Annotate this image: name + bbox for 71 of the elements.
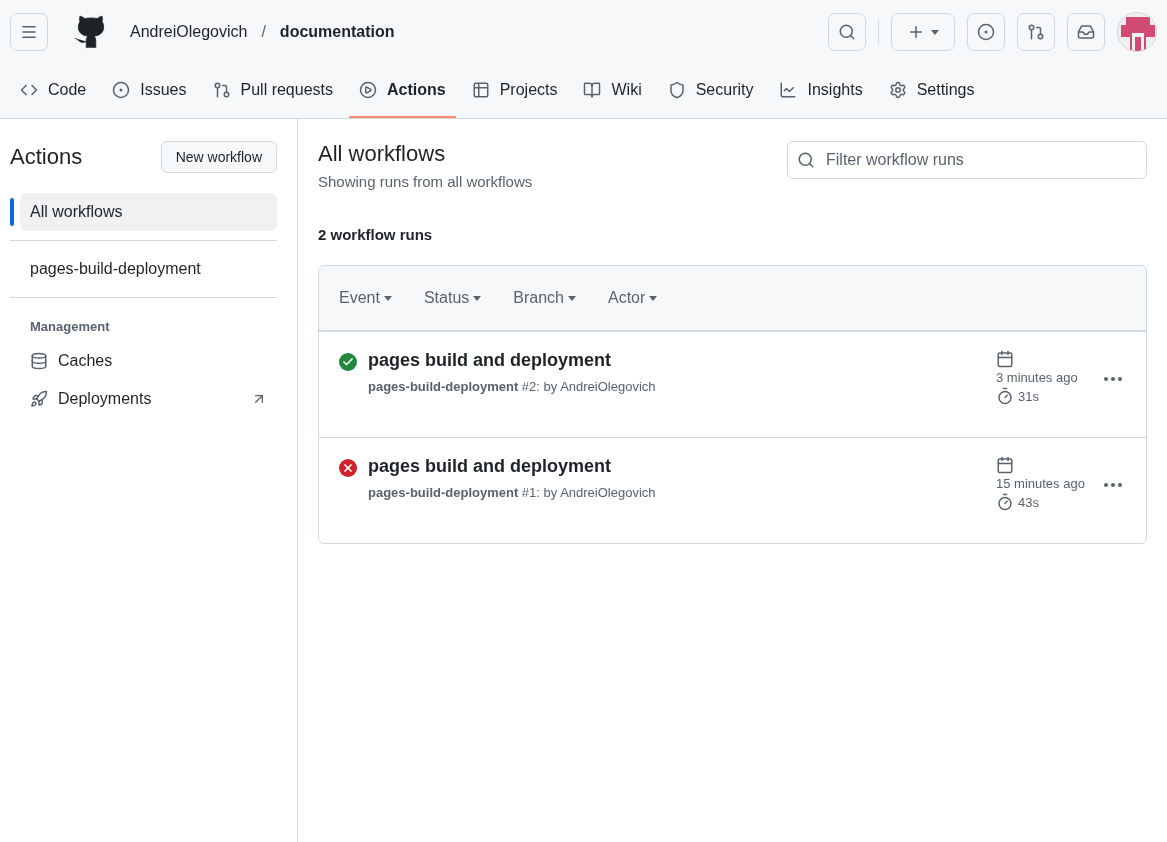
database-icon — [30, 352, 48, 370]
owner-link[interactable]: AndreiOlegovich — [130, 23, 248, 41]
run-title-link[interactable]: pages build and deployment — [368, 456, 996, 477]
repo-tab[interactable]: Issues — [102, 64, 197, 118]
menu-button[interactable] — [10, 13, 48, 51]
run-meta: pages-build-deployment #1: by AndreiOlegovich — [368, 485, 656, 500]
management-link[interactable]: Caches — [10, 342, 277, 380]
stopwatch-icon — [996, 387, 1014, 405]
caret-icon — [649, 295, 658, 301]
section-title: Management — [29, 318, 111, 336]
avatar[interactable] — [1117, 12, 1157, 52]
filter-dropdown[interactable]: Actor — [608, 289, 658, 307]
run-meta: pages-build-deployment #2: by AndreiOlegovich — [368, 379, 656, 394]
filter-dropdown[interactable]: Event — [339, 289, 392, 307]
workflow-item[interactable]: All workflows — [20, 193, 277, 231]
inbox-icon — [1077, 23, 1095, 41]
pull-request-icon — [1027, 23, 1045, 41]
caret-icon — [383, 295, 392, 301]
sidebar-title: Actions — [10, 144, 83, 170]
gear-icon — [888, 81, 907, 99]
pull-request-icon — [212, 81, 231, 99]
filter-dropdown[interactable]: Branch — [513, 289, 576, 307]
workflow-item[interactable]: pages-build-deployment — [20, 250, 277, 288]
circle-dot-icon — [977, 23, 995, 41]
calendar-icon — [996, 350, 1014, 368]
menu-icon — [20, 23, 38, 41]
inbox-button[interactable] — [1067, 13, 1105, 51]
table-icon — [471, 81, 490, 99]
plus-icon — [907, 23, 925, 41]
rocket-icon — [30, 390, 48, 408]
caret-icon — [931, 29, 939, 35]
search-icon — [797, 151, 815, 169]
repo-tab[interactable]: Actions — [349, 64, 456, 118]
ellipsis-icon — [1104, 376, 1122, 381]
search-button[interactable] — [828, 13, 866, 51]
shield-icon — [667, 81, 686, 99]
management-link[interactable]: Deployments — [10, 380, 277, 418]
circle-dot-icon — [112, 81, 131, 99]
run-duration: 43s — [1018, 494, 1039, 510]
filter-dropdown[interactable]: Status — [423, 289, 482, 307]
repo-link[interactable]: documentation — [279, 23, 395, 41]
run-count: 2 workflow runs — [318, 226, 434, 243]
repo-tab[interactable]: Insights — [769, 64, 873, 118]
chart-icon — [779, 81, 798, 99]
run-time: 3 minutes ago — [996, 370, 1079, 385]
repo-tab[interactable]: Pull requests — [202, 64, 343, 118]
stopwatch-icon — [996, 493, 1014, 511]
pull-requests-button[interactable] — [1017, 13, 1055, 51]
issues-button[interactable] — [967, 13, 1005, 51]
page-subtitle: Showing runs from all workflows — [318, 173, 533, 190]
repo-tab[interactable]: Code — [10, 64, 97, 118]
search-icon — [838, 23, 856, 41]
calendar-icon — [996, 456, 1014, 474]
new-workflow-button[interactable]: New workflow — [160, 141, 277, 173]
repo-tab[interactable]: Projects — [461, 64, 568, 118]
play-icon — [359, 81, 377, 99]
book-icon — [583, 81, 602, 99]
run-title-link[interactable]: pages build and deployment — [368, 350, 996, 371]
run-time: 15 minutes ago — [996, 476, 1086, 491]
create-button[interactable] — [891, 13, 955, 51]
caret-icon — [473, 295, 482, 301]
breadcrumb-separator: / — [261, 23, 266, 41]
ellipsis-icon — [1104, 482, 1122, 487]
caret-icon — [568, 295, 576, 301]
repo-tab[interactable]: Wiki — [573, 64, 652, 118]
selection-indicator — [10, 198, 14, 226]
filter-field[interactable]: Filter workflow runs — [787, 141, 1147, 179]
run-duration: 31s — [1018, 388, 1039, 404]
repo-tab[interactable]: Settings — [878, 64, 985, 118]
repo-tab[interactable]: Security — [657, 64, 764, 118]
page-title: All workflows — [318, 141, 447, 167]
